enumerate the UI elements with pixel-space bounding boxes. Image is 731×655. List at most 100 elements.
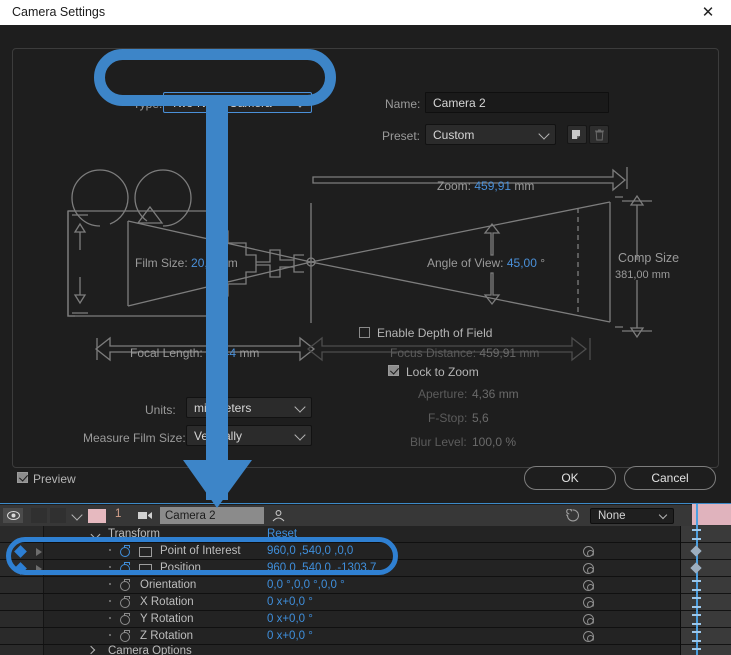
expand-triangle-icon[interactable] xyxy=(36,548,42,556)
measure-film-size-label: Measure Film Size: xyxy=(83,431,186,445)
stopwatch-icon[interactable] xyxy=(120,564,130,574)
window-titlebar: Camera Settings ✕ xyxy=(0,0,731,25)
solo-toggle[interactable] xyxy=(50,508,66,523)
timeline-group-transform[interactable]: Transform Reset xyxy=(0,526,731,543)
property-value[interactable]: 0 x+0,0 ° xyxy=(267,630,313,642)
measure-film-size-dropdown[interactable]: Vertically xyxy=(186,425,312,446)
lock-to-zoom-label: Lock to Zoom xyxy=(406,365,479,379)
timeline-group-camera-options[interactable]: Camera Options xyxy=(0,645,731,655)
layer-bar-handle[interactable] xyxy=(692,631,701,642)
camera-settings-dialog: Type: Two-Node Camera Name: Camera 2 Pre… xyxy=(0,25,731,503)
expand-triangle-icon[interactable] xyxy=(36,565,42,573)
layer-name[interactable]: Camera 2 xyxy=(160,507,264,524)
lock-to-zoom-checkbox[interactable] xyxy=(388,365,399,376)
parent-pickwhip-icon[interactable] xyxy=(583,563,594,574)
row-left-column xyxy=(0,645,44,655)
units-label: Units: xyxy=(145,403,176,417)
camera-options-label: Camera Options xyxy=(108,645,192,655)
track-cell[interactable] xyxy=(680,594,731,611)
stopwatch-icon[interactable] xyxy=(120,632,130,642)
layer-bar-handle[interactable] xyxy=(692,580,701,591)
timeline-row-orientation[interactable]: Orientation 0,0 °,0,0 °,0,0 ° xyxy=(0,577,731,594)
chevron-down-icon xyxy=(294,400,306,413)
timeline-row-y-rotation[interactable]: Y Rotation 0 x+0,0 ° xyxy=(0,611,731,628)
parent-pickwhip-icon[interactable] xyxy=(583,580,594,591)
transform-reset-link[interactable]: Reset xyxy=(267,528,297,540)
enable-depth-of-field-checkbox[interactable] xyxy=(359,327,370,338)
row-left-column xyxy=(0,577,44,593)
trash-icon[interactable] xyxy=(589,125,609,144)
timeline-row-x-rotation[interactable]: X Rotation 0 x+0,0 ° xyxy=(0,594,731,611)
ok-button[interactable]: OK xyxy=(524,466,616,490)
camera-type-dropdown[interactable]: Two-Node Camera xyxy=(163,92,312,113)
angle-of-view-label: Angle of View: xyxy=(427,256,504,270)
parent-pickwhip-icon[interactable] xyxy=(562,506,580,525)
track-cell[interactable] xyxy=(680,560,731,577)
property-name: Position xyxy=(160,562,201,574)
angle-of-view-value[interactable]: 45,00 xyxy=(507,256,537,270)
preset-dropdown[interactable]: Custom xyxy=(425,124,556,145)
timeline-panel: 1 Camera 2 None Transform Reset Point of… xyxy=(0,503,731,655)
property-name: X Rotation xyxy=(140,596,194,608)
stopwatch-icon[interactable] xyxy=(120,547,130,557)
timeline-row-position[interactable]: Position 960,0 ,540,0 ,-1303,7 xyxy=(0,560,731,577)
layer-color-swatch[interactable] xyxy=(88,509,106,523)
parent-dropdown[interactable]: None xyxy=(590,508,674,524)
focus-distance-label: Focus Distance: xyxy=(390,346,477,360)
close-icon[interactable]: ✕ xyxy=(685,0,731,25)
property-value[interactable]: 0 x+0,0 ° xyxy=(267,596,313,608)
row-left-column xyxy=(0,594,44,610)
eye-icon[interactable] xyxy=(3,508,23,523)
chevron-down-icon xyxy=(538,127,550,140)
parent-pickwhip-icon[interactable] xyxy=(583,597,594,608)
track-divider xyxy=(680,526,681,655)
layer-bar-handle[interactable] xyxy=(692,648,701,655)
preview-checkbox[interactable] xyxy=(17,472,28,483)
zoom-dimension: Zoom: 459,91 mm xyxy=(437,179,534,193)
chevron-right-icon[interactable] xyxy=(86,645,96,655)
track-cell[interactable] xyxy=(680,611,731,628)
stopwatch-icon[interactable] xyxy=(120,598,130,608)
timeline-layer-header: 1 Camera 2 None xyxy=(0,505,731,526)
track-cell[interactable] xyxy=(680,628,731,645)
units-dropdown[interactable]: millimeters xyxy=(186,397,312,418)
chevron-down-icon[interactable] xyxy=(90,529,101,540)
stopwatch-icon[interactable] xyxy=(120,581,130,591)
camera-name-input[interactable]: Camera 2 xyxy=(425,92,609,113)
window-title: Camera Settings xyxy=(12,5,106,19)
parent-value: None xyxy=(598,510,626,522)
timeline-row-z-rotation[interactable]: Z Rotation 0 x+0,0 ° xyxy=(0,628,731,645)
blur-level-label: Blur Level: xyxy=(410,435,467,449)
property-value[interactable]: 0,0 °,0,0 °,0,0 ° xyxy=(267,579,345,591)
timeline-row-point-of-interest[interactable]: Point of Interest 960,0 ,540,0 ,0,0 xyxy=(0,543,731,560)
zoom-value[interactable]: 459,91 xyxy=(474,179,511,193)
track-cell[interactable] xyxy=(680,526,731,543)
track-cell[interactable] xyxy=(680,543,731,560)
save-preset-icon[interactable] xyxy=(567,125,587,144)
parent-pickwhip-icon[interactable] xyxy=(583,546,594,557)
focal-length-label: Focal Length: xyxy=(130,346,203,360)
parent-pickwhip-icon[interactable] xyxy=(583,614,594,625)
track-cell[interactable] xyxy=(680,645,731,655)
graph-editor-icon[interactable] xyxy=(139,547,152,557)
graph-editor-icon[interactable] xyxy=(139,564,152,574)
property-value[interactable]: 0 x+0,0 ° xyxy=(267,613,313,625)
chevron-down-icon[interactable] xyxy=(71,509,83,521)
layer-bar-handle[interactable] xyxy=(692,529,701,540)
parent-link-icon[interactable] xyxy=(272,510,285,525)
property-value[interactable]: 960,0 ,540,0 ,0,0 xyxy=(267,545,353,557)
cancel-button[interactable]: Cancel xyxy=(624,466,716,490)
stopwatch-icon[interactable] xyxy=(120,615,130,625)
property-value[interactable]: 960,0 ,540,0 ,-1303,7 xyxy=(267,562,376,574)
property-dot xyxy=(109,634,111,636)
layer-bar-handle[interactable] xyxy=(692,614,701,625)
down-arrow-annotation xyxy=(206,100,228,500)
transform-group-label: Transform xyxy=(108,528,160,540)
property-name: Orientation xyxy=(140,579,197,591)
track-cell[interactable] xyxy=(680,577,731,594)
fstop-label: F-Stop: xyxy=(428,411,468,425)
audio-toggle[interactable] xyxy=(31,508,47,523)
timeline-track-area[interactable] xyxy=(680,504,731,655)
layer-bar-handle[interactable] xyxy=(692,597,701,608)
parent-pickwhip-icon[interactable] xyxy=(583,631,594,642)
